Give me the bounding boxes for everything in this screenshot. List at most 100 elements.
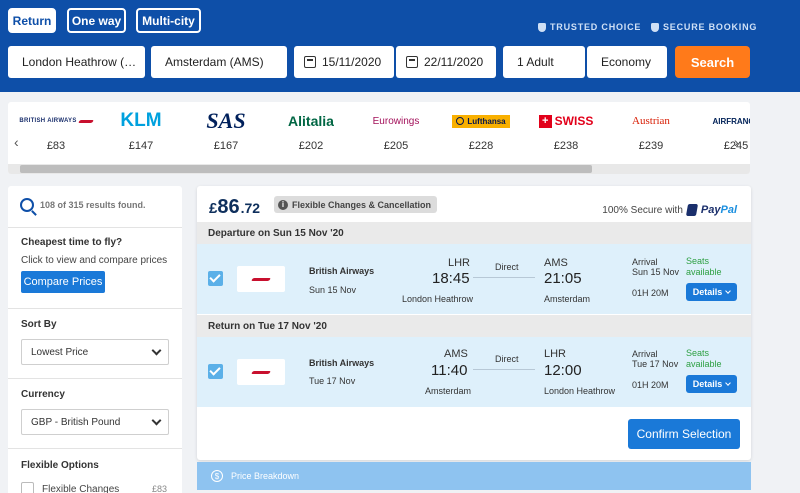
secure-booking-badge: SECURE BOOKING xyxy=(651,22,757,32)
stops-label: Direct xyxy=(495,262,519,272)
airline-austrian[interactable]: Austrian £239 xyxy=(610,108,692,158)
seats-available: Seats available xyxy=(686,256,722,277)
return-details-button[interactable]: Details xyxy=(686,375,737,393)
compare-prices-button[interactable]: Compare Prices xyxy=(21,271,105,293)
from-code: LHR xyxy=(448,257,471,269)
divider xyxy=(8,378,182,379)
chevron-right-icon[interactable]: › xyxy=(734,134,739,150)
trip-type-one-way[interactable]: One way xyxy=(67,8,126,33)
lufthansa-logo: Lufthansa xyxy=(440,108,522,134)
destination-field[interactable]: Amsterdam (AMS) xyxy=(151,46,287,78)
airline-sas[interactable]: SAS £167 xyxy=(185,108,267,158)
return-header: Return on Tue 17 Nov '20 xyxy=(197,315,751,337)
from-time: 18:45 xyxy=(432,270,470,287)
flexible-changes-label: Flexible Changes xyxy=(42,484,120,493)
to-city: London Heathrow xyxy=(544,386,616,396)
return-date-field[interactable]: 22/11/2020 xyxy=(396,46,496,78)
filters-sidebar: 108 of 315 results found. Cheapest time … xyxy=(8,186,182,493)
swiss-logo: + SWISS xyxy=(525,108,607,134)
air-france-logo: AIRFRANCE xyxy=(712,116,750,126)
airline-swiss[interactable]: + SWISS £238 xyxy=(525,108,607,158)
airline-eurowings[interactable]: Eurowings £205 xyxy=(355,108,437,158)
airline-klm[interactable]: KLM £147 xyxy=(100,108,182,158)
from-code: AMS xyxy=(444,348,468,360)
chevron-down-icon xyxy=(725,380,732,386)
passengers-field[interactable]: 1 Adult xyxy=(503,46,585,78)
paypal-secure: 100% Secure with PayPal xyxy=(602,204,737,216)
duration: 01H 20M xyxy=(632,380,669,390)
trusted-choice-badge: TRUSTED CHOICE xyxy=(538,22,641,32)
currency-select[interactable]: GBP - British Pound xyxy=(21,409,169,435)
chevron-down-icon xyxy=(725,288,732,294)
departure-date: Sun 15 Nov xyxy=(309,285,357,295)
departure-checkbox[interactable] xyxy=(208,271,223,286)
flexible-badge[interactable]: i Flexible Changes & Cancellation xyxy=(274,196,438,213)
to-time: 12:00 xyxy=(544,362,582,379)
return-checkbox[interactable] xyxy=(208,364,223,379)
to-time: 21:05 xyxy=(544,270,582,287)
from-time: 11:40 xyxy=(431,362,468,379)
arrival-date: Tue 17 Nov xyxy=(632,359,679,369)
shield-icon xyxy=(538,22,546,32)
info-icon: i xyxy=(278,199,288,210)
return-date: Tue 17 Nov xyxy=(309,376,356,386)
sort-title: Sort By xyxy=(21,319,57,330)
arrival-label: Arrival xyxy=(632,349,658,359)
klm-logo: KLM xyxy=(120,110,162,131)
eurowings-logo: Eurowings xyxy=(372,115,420,127)
calendar-icon xyxy=(406,56,418,68)
flight-result-card: £ 86 .72 i Flexible Changes & Cancellati… xyxy=(197,186,751,460)
search-header: Return One way Multi-city TRUSTED CHOICE… xyxy=(0,0,800,92)
chevron-down-icon xyxy=(151,345,162,356)
confirm-selection-button[interactable]: Confirm Selection xyxy=(628,419,740,449)
stops-label: Direct xyxy=(495,354,519,364)
return-leg[interactable]: British Airways Tue 17 Nov AMS 11:40 Ams… xyxy=(197,337,751,407)
flexible-changes-price: £83 xyxy=(152,484,168,493)
austrian-logo: Austrian xyxy=(632,115,670,127)
british-airways-logo xyxy=(237,359,285,385)
airline-name: British Airways xyxy=(309,266,375,276)
airline-british-airways[interactable]: BRITISH AIRWAYS £83 xyxy=(15,108,97,158)
chevron-down-icon xyxy=(151,415,162,426)
paypal-logo: PayPal xyxy=(700,204,737,216)
british-airways-logo: BRITISH AIRWAYS xyxy=(15,108,97,134)
route-line xyxy=(473,277,535,278)
to-code: LHR xyxy=(544,348,567,360)
shield-icon xyxy=(651,22,659,32)
search-button[interactable]: Search xyxy=(675,46,750,78)
total-price: £ 86 .72 xyxy=(209,196,261,218)
origin-field[interactable]: London Heathrow (… xyxy=(8,46,145,78)
from-city: London Heathrow xyxy=(402,294,474,304)
arrival-label: Arrival xyxy=(632,257,658,267)
departure-leg[interactable]: British Airways Sun 15 Nov LHR 18:45 Lon… xyxy=(197,244,751,314)
sort-select[interactable]: Lowest Price xyxy=(21,339,169,365)
airline-air-france[interactable]: AIRFRANCE £245 xyxy=(695,108,750,158)
cheapest-title: Cheapest time to fly? xyxy=(21,237,123,248)
divider xyxy=(8,308,182,309)
carousel-scrollbar[interactable] xyxy=(8,164,750,174)
trip-type-multi-city[interactable]: Multi-city xyxy=(136,8,201,33)
route-line xyxy=(473,369,535,370)
british-airways-logo xyxy=(237,266,285,292)
calendar-icon xyxy=(304,56,316,68)
flexible-changes-checkbox[interactable] xyxy=(21,482,34,493)
departure-details-button[interactable]: Details xyxy=(686,283,737,301)
airline-alitalia[interactable]: Alitalia £202 xyxy=(270,108,352,158)
carousel-scrollbar-thumb[interactable] xyxy=(20,165,592,173)
sas-logo: SAS xyxy=(206,108,246,133)
arrival-date: Sun 15 Nov xyxy=(632,267,680,277)
duration: 01H 20M xyxy=(632,288,669,298)
cabin-field[interactable]: Economy xyxy=(587,46,667,78)
search-icon xyxy=(20,198,34,212)
divider xyxy=(8,448,182,449)
divider xyxy=(8,227,182,228)
alitalia-logo: Alitalia xyxy=(288,113,334,129)
price-breakdown-bar[interactable]: $ Price Breakdown xyxy=(197,462,751,490)
trip-type-return[interactable]: Return xyxy=(8,8,56,33)
to-city: Amsterdam xyxy=(544,294,591,304)
depart-date-field[interactable]: 15/11/2020 xyxy=(294,46,394,78)
airline-lufthansa[interactable]: Lufthansa £228 xyxy=(440,108,522,158)
paypal-icon xyxy=(685,204,698,216)
currency-title: Currency xyxy=(21,389,65,400)
seats-available: Seats available xyxy=(686,348,722,369)
